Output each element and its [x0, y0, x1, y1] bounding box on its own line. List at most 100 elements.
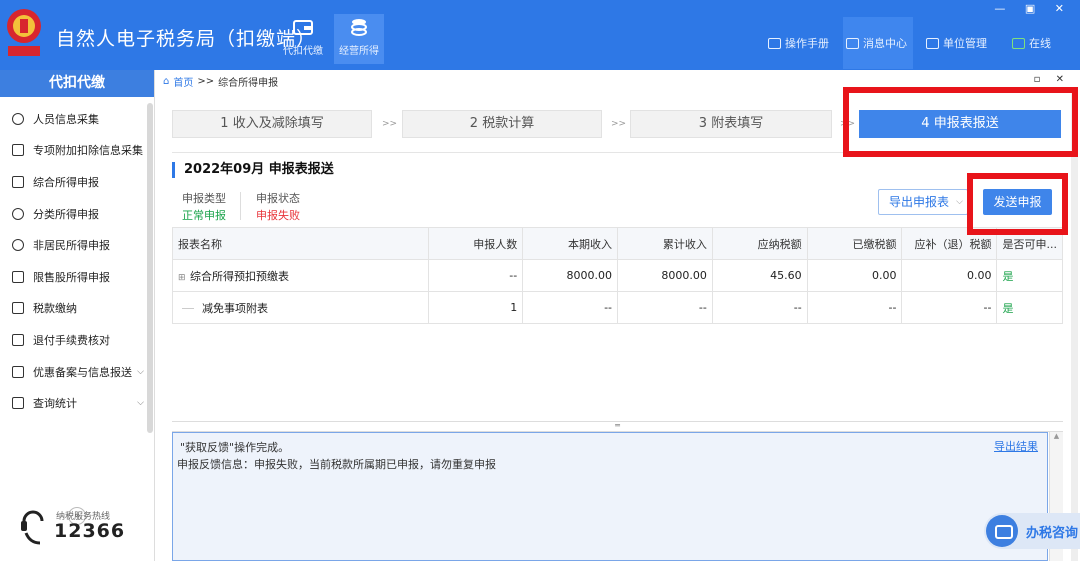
menu-manual[interactable]: 操作手册 [768, 35, 829, 51]
sidebar-menu: 人员信息采集 专项附加扣除信息采集 综合所得申报 分类所得申报 非居民所得申报 … [0, 103, 146, 419]
app-title: 自然人电子税务局（扣缴端） [56, 28, 317, 50]
step-tax-calculation[interactable]: 2 税款计算 [402, 110, 602, 138]
chevron-down-icon: ⌵ [137, 366, 144, 377]
table-cell: -- [806, 291, 903, 324]
filing-type-value: 正常申报 [182, 209, 226, 222]
menu-unit-management[interactable]: 单位管理 [926, 35, 987, 51]
column-header: 应纳税额 [711, 227, 808, 260]
column-header: 已缴税额 [806, 227, 903, 260]
step-attachment-entry[interactable]: 3 附表填写 [630, 110, 832, 138]
table-header-row: 报表名称 申报人数 本期收入 累计收入 应纳税额 已缴税额 应补（退）税额 是否… [171, 227, 1063, 260]
highlight-box [843, 87, 1078, 157]
bar-chart-icon [12, 270, 24, 283]
sidebar-item-preferential-filing[interactable]: 优惠备案与信息报送 ⌵ [0, 356, 146, 388]
chevron-down-icon: ⌵ [956, 197, 963, 207]
export-results-link[interactable]: 导出结果 [994, 438, 1038, 454]
person-icon [12, 239, 24, 252]
sidebar-item-tax-payment[interactable]: 税款缴纳 [0, 293, 146, 325]
table-cell: -- [428, 259, 524, 292]
sidebar-item-query-stats[interactable]: 查询统计 ⌵ [0, 387, 146, 419]
menu-label: 单位管理 [943, 37, 987, 50]
file-icon [12, 365, 24, 378]
main-scrollbar[interactable] [1071, 92, 1078, 561]
headset-icon [21, 510, 44, 545]
table-cell: 0.00 [806, 259, 903, 292]
menu-online-status[interactable]: 在线 [1012, 35, 1051, 51]
window-controls[interactable]: — ▣ ✕ [994, 2, 1072, 15]
divider [240, 192, 241, 220]
can-file-cell: 是 [996, 259, 1063, 292]
sidebar-item-label: 优惠备案与信息报送 [33, 365, 132, 379]
consult-label: 办税咨询 [1026, 526, 1079, 541]
table-cell: -- [711, 291, 808, 324]
sidebar-item-refund-fee[interactable]: 退付手续费核对 [0, 324, 146, 356]
expand-icon[interactable]: ⊞ [178, 273, 186, 283]
resize-handle[interactable]: ═ [172, 421, 1063, 432]
step-income-entry[interactable]: 1 收入及减除填写 [172, 110, 372, 138]
sidebar-item-label: 税款缴纳 [33, 302, 77, 316]
export-return-dropdown[interactable]: 导出申报表 ⌵ [878, 189, 968, 215]
filing-status-value: 申报失败 [256, 209, 300, 222]
topnav-business-income[interactable]: 经营所得 [334, 14, 384, 64]
breadcrumb-home[interactable]: 首页 [173, 74, 193, 89]
table-cell: -- [617, 291, 713, 324]
table-row[interactable]: 减免事项附表 1 -- -- -- -- -- 是 [171, 291, 1063, 324]
panel-window-controls[interactable]: ▫ ✕ [1034, 74, 1070, 85]
home-icon[interactable]: ⌂ [163, 76, 169, 87]
sidebar-item-label: 退付手续费核对 [33, 333, 110, 347]
search-list-icon [12, 397, 24, 410]
feedback-panel: "获取反馈"操作完成。 申报反馈信息：申报失败，当前税款所属期已申报，请勿重复申… [172, 432, 1048, 561]
chat-icon [986, 515, 1018, 547]
wallet-icon [293, 20, 313, 35]
column-header: 报表名称 [171, 227, 430, 260]
breadcrumb-separator: >> [197, 76, 215, 87]
sidebar-item-special-deductions[interactable]: 专项附加扣除信息采集 [0, 135, 146, 167]
sidebar-item-restricted-shares[interactable]: 限售股所得申报 [0, 261, 146, 293]
column-header: 累计收入 [617, 227, 713, 260]
report-name-cell: 减免事项附表 [171, 291, 430, 324]
feedback-detail: 申报反馈信息：申报失败，当前税款所属期已申报，请勿重复申报 [177, 458, 496, 471]
hotline-number: 12366 [54, 520, 126, 542]
breadcrumb-current: 综合所得申报 [218, 78, 279, 89]
export-button-label: 导出申报表 [889, 195, 950, 209]
sidebar-item-label: 非居民所得申报 [33, 239, 110, 253]
table-row[interactable]: ⊞ 综合所得预扣预缴表 -- 8000.00 8000.00 45.60 0.00… [171, 259, 1063, 292]
topnav-withholding[interactable]: 代扣代缴 [278, 14, 328, 64]
building-icon [926, 37, 939, 49]
wallet-icon [12, 302, 24, 315]
table-cell: -- [522, 291, 619, 324]
table-cell: 8000.00 [617, 259, 713, 292]
menu-label: 操作手册 [785, 37, 829, 50]
column-header: 申报人数 [428, 227, 524, 260]
step-separator: >> [382, 119, 398, 129]
feedback-message: "获取反馈"操作完成。 [180, 441, 290, 454]
sidebar-item-non-resident[interactable]: 非居民所得申报 [0, 229, 146, 261]
column-header: 本期收入 [522, 227, 619, 260]
sidebar-item-label: 综合所得申报 [33, 175, 99, 189]
sidebar-item-comprehensive-income[interactable]: 综合所得申报 [0, 166, 146, 198]
report-name: 减免事项附表 [202, 301, 268, 315]
tax-consult-button[interactable]: 办税咨询 [984, 513, 1080, 549]
returns-table: 报表名称 申报人数 本期收入 累计收入 应纳税额 已缴税额 应补（退）税额 是否… [171, 227, 1063, 324]
step-separator: >> [611, 119, 627, 129]
can-file-cell: 是 [996, 291, 1063, 324]
table-cell: -- [901, 291, 998, 324]
breadcrumb: ⌂ 首页 >> 综合所得申报 [163, 74, 278, 89]
menu-message-center[interactable]: 消息中心 [846, 35, 907, 51]
sidebar-item-classified-income[interactable]: 分类所得申报 [0, 198, 146, 230]
sidebar-item-label: 人员信息采集 [33, 112, 99, 126]
doc-icon [12, 333, 24, 346]
sidebar-item-label: 分类所得申报 [33, 207, 99, 221]
tax-emblem-icon [7, 9, 41, 56]
table-cell: 0.00 [901, 259, 998, 292]
pie-icon [12, 207, 24, 220]
list-icon [12, 144, 24, 157]
topnav-label: 代扣代缴 [283, 46, 323, 57]
sidebar-scrollbar[interactable] [147, 103, 153, 433]
layers-icon [12, 175, 24, 188]
menu-label: 在线 [1029, 37, 1051, 50]
highlight-box [967, 173, 1068, 235]
sidebar: 代扣代缴 人员信息采集 专项附加扣除信息采集 综合所得申报 分类所得申报 非居民… [0, 70, 155, 561]
sidebar-item-label: 限售股所得申报 [33, 270, 110, 284]
sidebar-item-personnel-info[interactable]: 人员信息采集 [0, 103, 146, 135]
